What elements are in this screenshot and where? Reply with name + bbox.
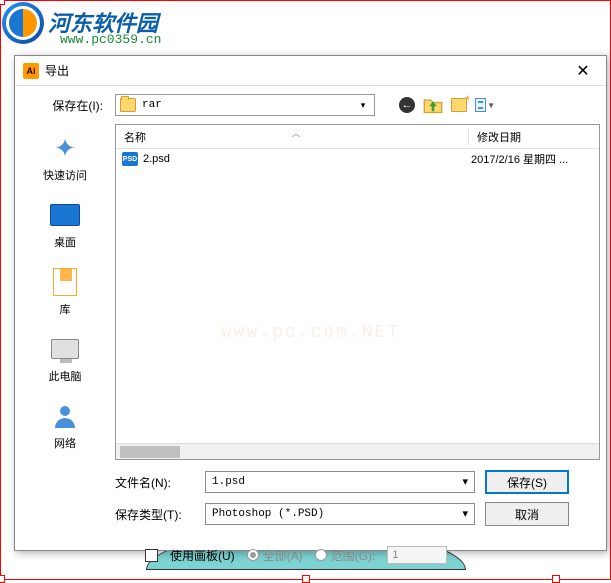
sidebar-item-label: 快速访问 <box>43 167 87 183</box>
filetype-value: Photoshop (*.PSD) <box>212 508 462 520</box>
chevron-down-icon: ▼ <box>487 101 495 110</box>
sidebar-quick-access[interactable]: ✦ 快速访问 <box>25 128 105 187</box>
filename-input[interactable]: 1.psd ▾ <box>205 471 475 493</box>
quick-access-icon: ✦ <box>49 132 81 164</box>
selection-handle[interactable] <box>302 575 310 583</box>
chevron-down-icon: ▾ <box>356 100 370 111</box>
view-menu-button[interactable]: ▼ <box>475 95 495 115</box>
selection-handle[interactable] <box>0 575 5 583</box>
filename-value: 1.psd <box>212 476 462 488</box>
sidebar-desktop[interactable]: 桌面 <box>25 195 105 254</box>
library-icon <box>49 266 81 298</box>
desktop-icon <box>49 199 81 231</box>
export-dialog: Ai 导出 ✕ 保存在(I): rar ▾ ← ▼ ✦ 快速访问 <box>14 55 607 551</box>
dialog-title: 导出 <box>45 62 568 79</box>
save-button[interactable]: 保存(S) <box>485 470 569 494</box>
psd-file-icon: PSD <box>122 152 138 166</box>
save-in-label: 保存在(I): <box>27 97 107 114</box>
new-folder-button[interactable] <box>449 95 469 115</box>
sidebar-library[interactable]: 库 <box>25 262 105 321</box>
file-date: 2017/2/16 星期四 ... <box>471 151 599 167</box>
chevron-down-icon: ▾ <box>462 475 468 489</box>
all-radio <box>247 549 259 561</box>
up-one-level-button[interactable] <box>423 95 443 115</box>
use-artboard-checkbox[interactable] <box>145 549 158 562</box>
back-arrow-icon: ← <box>399 97 415 113</box>
horizontal-scrollbar[interactable] <box>116 443 599 459</box>
network-icon <box>49 400 81 432</box>
filetype-dropdown[interactable]: Photoshop (*.PSD) ▾ <box>205 503 475 525</box>
scrollbar-thumb[interactable] <box>120 446 180 458</box>
sidebar-network[interactable]: 网络 <box>25 396 105 455</box>
filetype-label: 保存类型(T): <box>115 506 195 523</box>
watermark-text: www.pc.com.NET <box>221 323 400 343</box>
file-name: 2.psd <box>143 153 471 165</box>
range-input <box>387 546 447 564</box>
sidebar-item-label: 库 <box>60 301 71 317</box>
sidebar-this-pc[interactable]: 此电脑 <box>25 329 105 388</box>
up-folder-icon <box>423 95 443 115</box>
column-header-name[interactable]: 名称 ︿ <box>116 129 469 145</box>
view-list-icon <box>475 98 486 112</box>
sort-ascending-icon: ︿ <box>292 128 300 139</box>
cancel-button[interactable]: 取消 <box>485 502 569 526</box>
range-radio <box>315 549 327 561</box>
titlebar: Ai 导出 ✕ <box>15 56 606 86</box>
illustrator-icon: Ai <box>23 63 39 79</box>
location-text: rar <box>142 99 356 111</box>
location-dropdown[interactable]: rar ▾ <box>115 94 375 116</box>
computer-icon <box>49 333 81 365</box>
chevron-down-icon: ▾ <box>462 507 468 521</box>
sidebar-item-label: 此电脑 <box>49 368 82 384</box>
all-label: 全部(A) <box>263 547 303 564</box>
file-row[interactable]: PSD 2.psd 2017/2/16 星期四 ... <box>116 149 599 169</box>
filename-label: 文件名(N): <box>115 474 195 491</box>
back-button[interactable]: ← <box>397 95 417 115</box>
file-list: 名称 ︿ 修改日期 PSD 2.psd 2017/2/16 星期四 ... ww… <box>115 124 600 460</box>
close-button[interactable]: ✕ <box>568 57 598 85</box>
sidebar-item-label: 桌面 <box>54 234 76 250</box>
brand-url: www.pc0359.cn <box>60 32 161 47</box>
folder-icon <box>120 98 136 112</box>
brand-logo-icon <box>2 2 44 44</box>
column-header-date[interactable]: 修改日期 <box>469 129 599 145</box>
new-folder-icon <box>451 98 467 112</box>
range-label: 范围(G): <box>331 547 376 564</box>
use-artboard-label: 使用画板(U) <box>170 547 235 564</box>
sidebar-item-label: 网络 <box>54 435 76 451</box>
places-sidebar: ✦ 快速访问 桌面 库 此电脑 网络 <box>15 124 115 460</box>
selection-handle[interactable] <box>552 575 560 583</box>
